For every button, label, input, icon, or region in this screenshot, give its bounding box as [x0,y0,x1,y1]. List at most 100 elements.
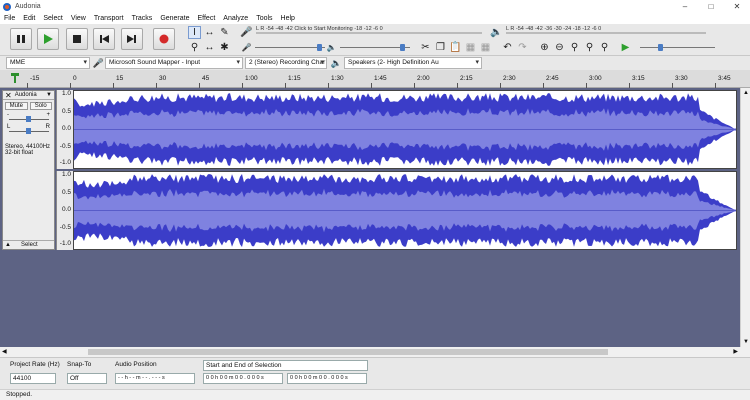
ch1-y-label: -0.5 [59,143,71,150]
scroll-left-icon[interactable]: ◀ [2,348,7,355]
cut-icon[interactable]: ✂ [419,41,432,54]
time-shift-tool-icon[interactable]: ↔ [203,41,216,54]
play-button[interactable] [37,28,59,50]
timeline-tick-label: 3:15 [632,75,645,82]
selection-tool-icon[interactable]: I [188,26,201,39]
minimize-icon[interactable]: – [672,0,698,13]
playback-meter[interactable]: L R -54 -48 -42 -36 -30 -24 -18 -12 -6 0 [492,26,717,36]
timeline-tick [672,83,673,88]
project-rate-select[interactable]: 44100 [10,373,56,384]
solo-button[interactable]: Solo [29,102,52,110]
menu-analyze[interactable]: Analyze [219,15,252,22]
play-at-speed-slider[interactable] [630,43,715,53]
input-channels-select[interactable]: 2 (Stereo) Recording Char [245,57,327,69]
input-device-select[interactable]: Microsoft Sound Mapper - Input [105,57,243,69]
horizontal-scroll-thumb[interactable] [88,349,608,355]
silence-icon[interactable]: ▦ [479,41,492,54]
skip-to-start-button[interactable] [93,28,115,50]
zoom-toggle-icon[interactable]: ⚲ [598,41,611,54]
record-meter[interactable]: L R -54 -48 -42 Click to Start Monitorin… [242,26,492,36]
menu-generate[interactable]: Generate [156,15,193,22]
audio-host-select[interactable]: MME [6,57,90,69]
ch1-y-label: 0.5 [61,108,71,115]
undo-icon[interactable]: ↶ [501,41,514,54]
playback-volume-slider[interactable] [330,43,410,53]
pan-knob[interactable] [26,128,31,134]
menu-help[interactable]: Help [277,15,299,22]
menu-effect[interactable]: Effect [194,15,220,22]
scroll-up-icon[interactable]: ▲ [743,90,749,96]
snap-to-select[interactable]: Off [67,373,107,384]
playback-volume-knob[interactable] [400,44,405,51]
selection-toolbar [0,357,750,389]
audio-position-field[interactable]: - - h - - m - - . - - - s [115,373,195,384]
timeline-tick [242,83,243,88]
copy-icon[interactable]: ❐ [434,41,447,54]
record-volume-knob[interactable] [317,44,322,51]
channel1-waveform-svg [74,93,736,166]
record-button[interactable] [153,28,175,50]
timeline-tick [156,83,157,88]
redo-icon[interactable]: ↷ [516,41,529,54]
track-menu-chevron-icon[interactable]: ▼ [46,92,52,98]
menu-tracks[interactable]: Tracks [128,15,157,22]
channel2-waveform[interactable] [73,171,737,250]
menu-view[interactable]: View [67,15,90,22]
timeline-tick [414,83,415,88]
draw-tool-icon[interactable]: ✎ [218,26,231,39]
pan-left-label: L [7,124,11,130]
collapse-track-icon[interactable]: ▲ [5,242,11,248]
menu-tools[interactable]: Tools [252,15,276,22]
selection-end-field[interactable]: 0 0 h 0 0 m 0 0 . 0 0 0 s [287,373,367,384]
stop-button[interactable] [66,28,88,50]
fit-selection-icon[interactable]: ⚲ [568,41,581,54]
ch1-y-label: 1.0 [61,90,71,97]
timeline-tick-label: 0 [73,75,77,82]
pause-icon [17,35,25,43]
vertical-scrollbar[interactable]: ▲ ▼ [740,88,750,347]
timeline-tick-label: 30 [159,75,167,82]
timeline-tick-label: 45 [202,75,210,82]
menu-edit[interactable]: Edit [19,15,39,22]
close-track-icon[interactable]: ✕ [5,91,12,100]
timeline-tick-label: 3:45 [718,75,731,82]
scroll-down-icon[interactable]: ▼ [743,339,749,345]
mute-button[interactable]: Mute [5,102,28,110]
select-track-button[interactable]: Select [21,242,38,248]
zoom-in-icon[interactable]: ⊕ [538,41,551,54]
menu-select[interactable]: Select [39,15,66,22]
pause-button[interactable] [10,28,32,50]
zoom-tool-icon[interactable]: ⚲ [188,41,201,54]
gain-slider[interactable]: - + [3,112,54,124]
record-volume-slider[interactable] [245,43,325,53]
channel1-waveform[interactable] [73,90,737,169]
play-speed-knob[interactable] [658,44,663,51]
skip-to-end-button[interactable] [121,28,143,50]
envelope-tool-icon[interactable]: ↔ [203,26,216,39]
gain-knob[interactable] [26,116,31,122]
selection-mode-select[interactable]: Start and End of Selection [203,360,368,371]
paste-icon[interactable]: 📋 [449,41,462,54]
pin-playhead-icon[interactable] [10,73,20,83]
close-icon[interactable]: ✕ [724,0,750,13]
pan-slider[interactable]: L R [3,124,54,136]
timeline-tick-label: 2:45 [546,75,559,82]
selection-start-field[interactable]: 0 0 h 0 0 m 0 0 . 0 0 0 s [203,373,283,384]
input-microphone-icon: 🎤 [92,58,105,68]
timeline-tick-label: 3:30 [675,75,688,82]
track-name[interactable]: Audonia [15,92,37,98]
trim-icon[interactable]: ▦ [464,41,477,54]
output-device-select[interactable]: Speakers (2- High Definition Au [344,57,482,69]
horizontal-scrollbar[interactable]: ◀ ▶ [0,347,750,357]
zoom-out-icon[interactable]: ⊖ [553,41,566,54]
scroll-right-icon[interactable]: ▶ [733,348,738,355]
timeline-tick [371,83,372,88]
multi-tool-icon[interactable]: ✱ [218,41,231,54]
menu-transport[interactable]: Transport [90,15,128,22]
maximize-icon[interactable]: □ [698,0,724,13]
menu-file[interactable]: File [0,15,19,22]
fit-project-icon[interactable]: ⚲ [583,41,596,54]
timeline-tick [328,83,329,88]
output-speaker-icon: 🔈 [330,58,343,68]
status-bar: Stopped. [0,389,750,400]
